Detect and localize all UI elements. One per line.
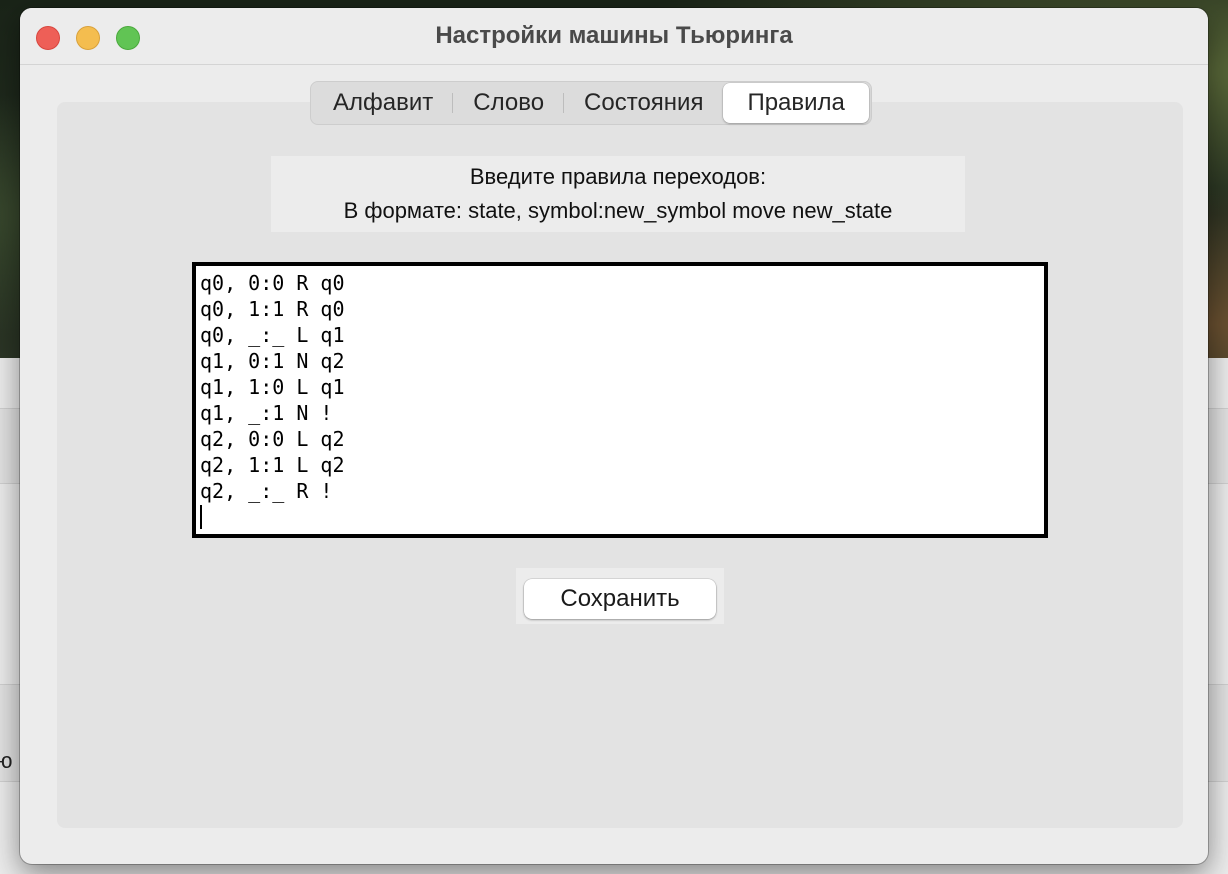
- tab-alphabet[interactable]: Алфавит: [313, 83, 454, 123]
- title-bar: Настройки машины Тьюринга: [20, 8, 1208, 65]
- tab-label: Слово: [473, 89, 545, 116]
- tab-rules[interactable]: Правила: [723, 83, 869, 123]
- rule-line: q1, 0:1 N q2: [200, 349, 345, 373]
- rule-line: q1, 1:0 L q1: [200, 375, 345, 399]
- rules-textarea[interactable]: q0, 0:0 R q0 q0, 1:1 R q0 q0, _:_ L q1 q…: [192, 262, 1048, 538]
- tab-states[interactable]: Состояния: [564, 83, 723, 123]
- save-button-container: Сохранить: [516, 568, 724, 624]
- window-title: Настройки машины Тьюринга: [435, 22, 793, 49]
- settings-window: Настройки машины Тьюринга Алфавит Слово …: [20, 8, 1208, 864]
- rule-line: q2, 1:1 L q2: [200, 453, 345, 477]
- rule-line: q1, _:1 N !: [200, 401, 333, 425]
- tab-label: Алфавит: [333, 89, 434, 116]
- rule-line: q0, 1:1 R q0: [200, 297, 345, 321]
- tab-word[interactable]: Слово: [453, 83, 565, 123]
- background-window-text: ю: [0, 748, 13, 773]
- text-cursor: [200, 505, 202, 529]
- rule-line: q2, _:_ R !: [200, 479, 333, 503]
- tab-bar: Алфавит Слово Состояния Правила: [310, 81, 872, 125]
- rule-line: q0, 0:0 R q0: [200, 271, 345, 295]
- save-button[interactable]: Сохранить: [524, 579, 716, 619]
- rule-line: q0, _:_ L q1: [200, 323, 345, 347]
- tab-label: Правила: [747, 89, 845, 116]
- instructions-label: Введите правила переходов: В формате: st…: [271, 156, 965, 232]
- instructions-line-2: В формате: state, symbol:new_symbol move…: [343, 198, 893, 223]
- instructions-line-1: Введите правила переходов:: [469, 164, 767, 189]
- tab-label: Состояния: [584, 89, 704, 116]
- rule-line: q2, 0:0 L q2: [200, 427, 345, 451]
